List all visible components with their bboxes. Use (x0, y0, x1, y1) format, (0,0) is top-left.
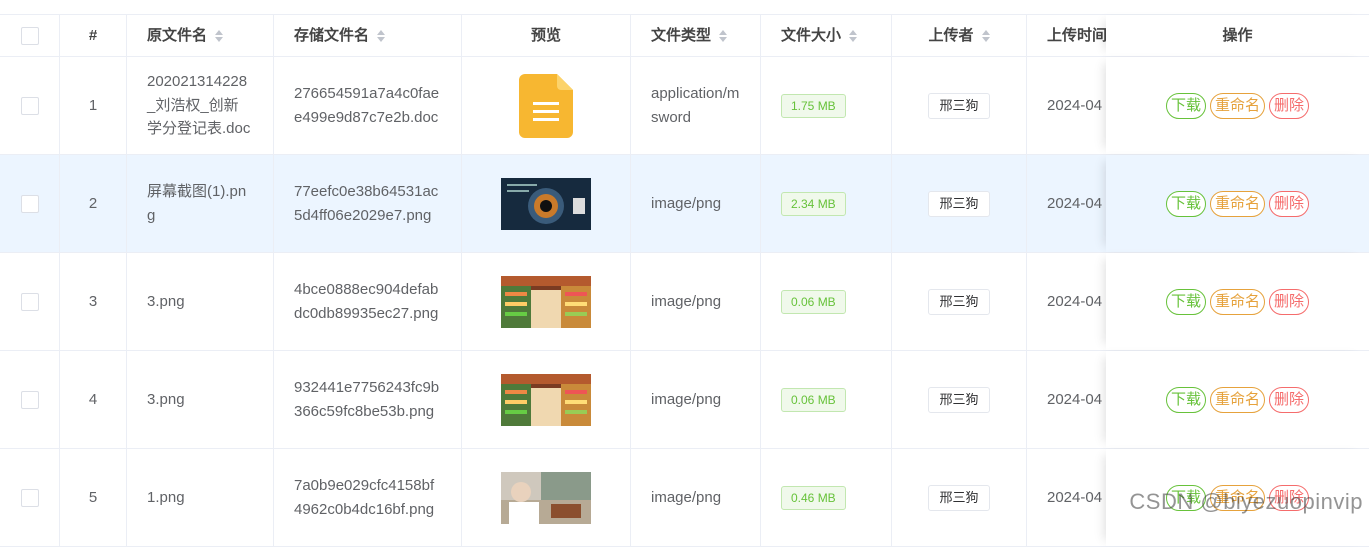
row-original-name: 屏幕截图(1).png (127, 155, 274, 252)
sort-icon[interactable] (377, 29, 386, 43)
watermark: CSDN @biyezuopinvip (1129, 489, 1363, 514)
rename-button[interactable]: 重命名 (1209, 92, 1265, 119)
table-header: # 原文件名 存储文件名 预览 文件类型 文件大小 上传者 上传时间 操作 (0, 14, 1369, 57)
row-original-name: 3.png (127, 253, 274, 350)
row-index: 3 (60, 253, 127, 350)
file-size-tag: 0.06 MB (781, 289, 846, 314)
row-checkbox[interactable] (20, 194, 39, 213)
shopping-thumbnail[interactable] (501, 471, 591, 524)
uploader-tag: 邢三狗 (928, 92, 990, 119)
row-select-cell (0, 351, 60, 448)
row-stored-name: 4bce0888ec904defabdc0db89935ec27.png (274, 253, 462, 350)
supermarket-thumbnail[interactable] (501, 373, 591, 426)
download-button[interactable]: 下载 (1165, 92, 1206, 119)
row-file-type: image/png (631, 351, 761, 448)
table-row[interactable]: 4 3.png 932441e7756243fc9b366c59fc8be53b.p… (0, 351, 1369, 449)
row-file-type: image/png (631, 155, 761, 252)
row-index: 5 (60, 449, 127, 546)
row-preview[interactable] (462, 57, 631, 154)
row-preview[interactable] (462, 351, 631, 448)
download-button[interactable]: 下载 (1165, 190, 1206, 217)
header-stored-name[interactable]: 存储文件名 (274, 15, 462, 56)
header-actions: 操作 (1106, 15, 1369, 56)
row-checkbox[interactable] (20, 292, 39, 311)
row-preview[interactable] (462, 155, 631, 252)
row-actions: 下载 重命名 删除 (1106, 155, 1369, 252)
select-all-checkbox[interactable] (20, 26, 39, 45)
row-file-size: 0.06 MB (761, 253, 892, 350)
row-select-cell (0, 155, 60, 252)
file-size-tag: 0.06 MB (781, 387, 846, 412)
delete-button[interactable]: 删除 (1269, 288, 1310, 315)
row-select-cell (0, 449, 60, 546)
download-button[interactable]: 下载 (1165, 386, 1206, 413)
row-original-name: 1.png (127, 449, 274, 546)
row-uploader: 邢三狗 (892, 155, 1027, 252)
row-uploader: 邢三狗 (892, 449, 1027, 546)
file-size-tag: 1.75 MB (781, 93, 846, 118)
uploader-tag: 邢三狗 (928, 288, 990, 315)
header-uploader[interactable]: 上传者 (892, 15, 1027, 56)
delete-button[interactable]: 删除 (1269, 386, 1310, 413)
delete-button[interactable]: 删除 (1269, 92, 1310, 119)
header-index: # (60, 15, 127, 56)
row-preview[interactable] (462, 253, 631, 350)
row-file-type: application/msword (631, 57, 761, 154)
row-uploader: 邢三狗 (892, 351, 1027, 448)
row-stored-name: 77eefc0e38b64531ac5d4ff06e2029e7.png (274, 155, 462, 252)
row-file-size: 2.34 MB (761, 155, 892, 252)
row-original-name: 202021314228_刘浩权_创新学分登记表.doc (127, 57, 274, 154)
row-stored-name: 276654591a7a4c0faee499e9d87c7e2b.doc (274, 57, 462, 154)
row-checkbox[interactable] (20, 390, 39, 409)
uploader-tag: 邢三狗 (928, 484, 990, 511)
uploader-tag: 邢三狗 (928, 386, 990, 413)
select-all-cell (0, 15, 60, 56)
row-file-size: 1.75 MB (761, 57, 892, 154)
table-row[interactable]: 1 202021314228_刘浩权_创新学分登记表.doc 276654591a7… (0, 57, 1369, 155)
sort-icon[interactable] (215, 29, 224, 43)
row-actions: 下载 重命名 删除 (1106, 57, 1369, 154)
download-button[interactable]: 下载 (1165, 288, 1206, 315)
row-index: 2 (60, 155, 127, 252)
row-original-name: 3.png (127, 351, 274, 448)
doc-file-icon[interactable] (519, 73, 573, 138)
row-actions: 下载 重命名 删除 (1106, 351, 1369, 448)
supermarket-thumbnail[interactable] (501, 275, 591, 328)
table-row[interactable]: 2 屏幕截图(1).png 77eefc0e38b64531ac5d4ff06e20… (0, 155, 1369, 253)
row-checkbox[interactable] (20, 96, 39, 115)
delete-button[interactable]: 删除 (1269, 190, 1310, 217)
row-stored-name: 7a0b9e029cfc4158bf4962c0b4dc16bf.png (274, 449, 462, 546)
sort-icon[interactable] (719, 29, 728, 43)
rename-button[interactable]: 重命名 (1209, 386, 1265, 413)
row-select-cell (0, 253, 60, 350)
row-preview[interactable] (462, 449, 631, 546)
row-uploader: 邢三狗 (892, 57, 1027, 154)
sort-icon[interactable] (981, 29, 990, 43)
header-original-name[interactable]: 原文件名 (127, 15, 274, 56)
rename-button[interactable]: 重命名 (1209, 288, 1265, 315)
row-checkbox[interactable] (20, 488, 39, 507)
table-row[interactable]: 3 3.png 4bce0888ec904defabdc0db89935ec27.p… (0, 253, 1369, 351)
row-stored-name: 932441e7756243fc9b366c59fc8be53b.png (274, 351, 462, 448)
row-select-cell (0, 57, 60, 154)
row-uploader: 邢三狗 (892, 253, 1027, 350)
file-size-tag: 0.46 MB (781, 485, 846, 510)
header-preview: 预览 (462, 15, 631, 56)
row-file-size: 0.06 MB (761, 351, 892, 448)
row-file-type: image/png (631, 449, 761, 546)
uploader-tag: 邢三狗 (928, 190, 990, 217)
row-file-size: 0.46 MB (761, 449, 892, 546)
screenshot-thumbnail[interactable] (501, 177, 591, 230)
sort-icon[interactable] (849, 29, 858, 43)
header-file-type[interactable]: 文件类型 (631, 15, 761, 56)
row-actions: 下载 重命名 删除 (1106, 253, 1369, 350)
row-file-type: image/png (631, 253, 761, 350)
row-index: 1 (60, 57, 127, 154)
header-file-size[interactable]: 文件大小 (761, 15, 892, 56)
file-size-tag: 2.34 MB (781, 191, 846, 216)
row-index: 4 (60, 351, 127, 448)
rename-button[interactable]: 重命名 (1209, 190, 1265, 217)
